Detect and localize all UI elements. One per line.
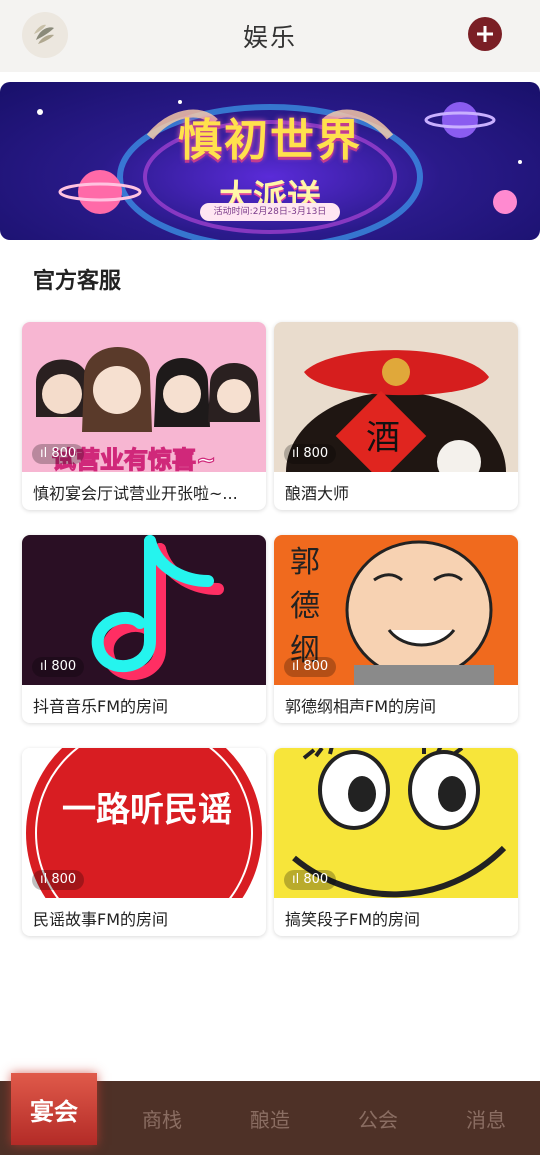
nav-tab-store[interactable]: 商栈 (108, 1081, 216, 1155)
nav-tab-messages[interactable]: 消息 (432, 1081, 540, 1155)
nav-tab-brewing[interactable]: 酿造 (216, 1081, 324, 1155)
listener-count: ıl 800 (284, 657, 337, 677)
room-card[interactable]: ıl 800 抖音音乐FM的房间 (22, 535, 266, 723)
nav-tab-guild[interactable]: 公会 (324, 1081, 432, 1155)
banner-headline: 慎初世界 (178, 115, 362, 166)
room-name: 郭德纲相声FM的房间 (285, 697, 437, 716)
plus-icon (477, 26, 493, 42)
nav-tab-banquet[interactable]: 宴会 (11, 1073, 97, 1145)
room-name: 抖音音乐FM的房间 (33, 697, 169, 716)
room-card[interactable]: ıl 800 搞笑段子FM的房间 (274, 748, 518, 936)
listener-count: ıl 800 (32, 657, 85, 677)
top-header: 娱乐 (0, 0, 540, 72)
listener-count: ıl 800 (32, 444, 85, 464)
listener-count: ıl 800 (32, 870, 85, 890)
room-card[interactable]: 试营业有惊喜~ ıl 800 慎初宴会厅试营业开张啦~... (22, 322, 266, 510)
banner-date: 活动时间:2月28日-3月13日 (200, 203, 340, 221)
room-name: 酿酒大师 (285, 484, 350, 503)
room-card[interactable]: 郭德纲 ıl 800 郭德纲相声FM的房间 (274, 535, 518, 723)
room-card[interactable]: 一路听民谣 ıl 800 民谣故事FM的房间 (22, 748, 266, 936)
bottom-navigation: 宴会 商栈 酿造 公会 消息 (0, 1073, 540, 1155)
room-name: 搞笑段子FM的房间 (285, 910, 421, 929)
room-card[interactable]: 酒 ıl 800 酿酒大师 (274, 322, 518, 510)
section-title: 官方客服 (33, 269, 122, 294)
leaf-logo-icon[interactable] (22, 12, 68, 58)
room-name: 民谣故事FM的房间 (33, 910, 169, 929)
room-name: 慎初宴会厅试营业开张啦~... (33, 484, 238, 503)
thumbnail-caption: 一路听民谣 (62, 790, 232, 830)
add-room-button[interactable] (468, 17, 502, 51)
thumbnail-caption: 酒 (366, 418, 400, 458)
listener-count: ıl 800 (284, 444, 337, 464)
page-title: 娱乐 (242, 23, 297, 52)
thumbnail-caption: 郭德纲 (290, 545, 320, 668)
listener-count: ıl 800 (284, 870, 337, 890)
